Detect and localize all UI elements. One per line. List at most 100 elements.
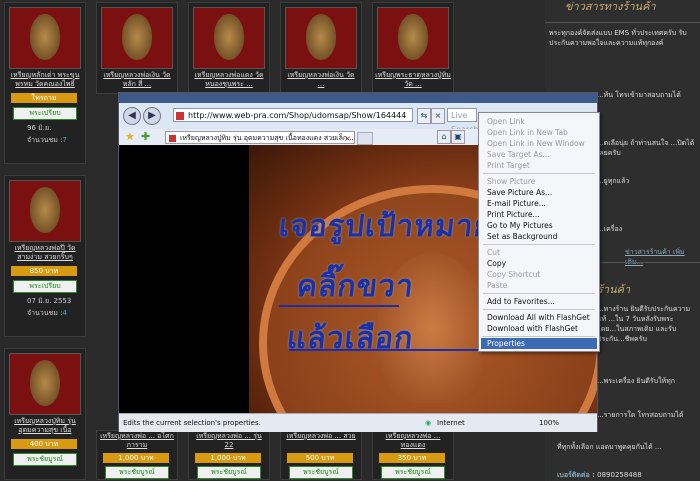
status-bar: Edits the current selection's properties… (119, 413, 597, 432)
print-icon[interactable]: ▣ (451, 130, 465, 144)
product-price: 850 บาท (11, 266, 77, 276)
product-title[interactable]: เหรียญหลวงพ่อแดง วัดหนองชุนพระ ... (191, 71, 267, 89)
menu-separator (483, 293, 595, 294)
back-arrow-icon[interactable]: ◀ (123, 107, 141, 125)
status-text: Edits the current selection's properties… (123, 419, 261, 427)
product-title[interactable]: เหรียญพระธาตุหลวงปู่ทิม วัด ... (375, 71, 451, 89)
menu-separator (483, 336, 595, 337)
product-image[interactable] (193, 7, 265, 69)
product-card[interactable]: เหรียญหลวงพ่อปี่ วัดสามง่าม สวยกริ๊บๆ 85… (4, 175, 86, 337)
menu-item-add-to-favorites[interactable]: Add to Favorites... (487, 296, 555, 307)
product-title[interactable]: เหรียญหลวงพ่อปี่ วัดสามง่าม สวยกริ๊บๆ (7, 244, 83, 262)
divider (545, 22, 700, 23)
annotation-underline (279, 305, 399, 307)
menu-item-save-target: Save Target As... (487, 150, 550, 159)
product-card[interactable]: เหรียญหลักเต่า พระขุนพรหม วัดคณองไพธิ์ น… (4, 2, 86, 164)
address-bar[interactable]: http://www.web-pra.com/Shop/udomsap/Show… (173, 108, 413, 122)
seller-button[interactable]: พระชัยบูรณ์ (13, 453, 77, 466)
refresh-icon[interactable]: × (431, 108, 445, 124)
shop-heading: ร้านค้า (597, 283, 631, 296)
menu-item-save-picture[interactable]: Save Picture As... (487, 187, 552, 198)
product-card[interactable]: เหรียญหลวงพ่อ ... รุ่น 22 1,000 บาท พระช… (188, 430, 270, 480)
menu-item-download-flashget[interactable]: Download with FlashGet (487, 323, 578, 334)
product-image[interactable] (9, 7, 81, 69)
product-title[interactable]: เหรียญหลวงพ่อ ... สวย (283, 432, 359, 450)
product-image[interactable] (101, 7, 173, 69)
add-favorite-icon[interactable]: ✚ (141, 130, 150, 143)
seller-button[interactable]: พระชัยบูรณ์ (381, 466, 445, 479)
product-image[interactable] (377, 7, 449, 69)
product-price: 1,000 บาท (103, 453, 169, 463)
tab-favicon-icon (169, 135, 176, 142)
active-tab[interactable]: เหรียญหลวงปู่ทิม รุ่น อุดมความสุข เนื้อท… (165, 131, 355, 144)
product-image[interactable] (9, 353, 81, 415)
product-price: 1,000 บาท (195, 453, 261, 463)
shop-text: ที่ทุกทั้งเลือก แอดมาพูดคุยกันได้ ... (557, 443, 662, 451)
product-card[interactable]: เหรียญหลวงพ่อ ... อโศกการาม 1,000 บาท พร… (96, 430, 178, 480)
seller-button[interactable]: พระเปรียบ (13, 107, 77, 120)
product-card[interactable]: เหรียญพระธาตุหลวงปู่ทิม วัด ... (372, 2, 454, 94)
annotation-then-choose: แล้วเลือก (285, 321, 416, 356)
menu-item-copy-shortcut: Copy Shortcut (487, 270, 541, 279)
product-card[interactable]: เหรียญหลวงพ่อแดง วัดหนองชุนพระ ... (188, 2, 270, 94)
news-text: ...ยูทุกแล้ว (597, 177, 630, 185)
news-text: พระทุกองค์จัดส่งแบบ EMS ทั่วประเทศครับ ร… (549, 29, 687, 47)
news-more-link[interactable]: ข่าวสารร้านค้า เพิ่มเติม... (625, 247, 700, 267)
view-count: จำนวนชม :4 (27, 309, 67, 317)
shop-text: ...รายการใด โทรสอบถามได้ (597, 411, 684, 419)
product-image[interactable] (9, 180, 81, 242)
annotation-arrow (289, 349, 479, 351)
product-price: 500 บาท (287, 453, 353, 463)
product-date: 96 มิ.ย. (27, 124, 52, 132)
menu-item-show-picture: Show Picture (487, 177, 536, 186)
home-icon[interactable]: ⌂ (437, 130, 451, 144)
menu-item-print-picture[interactable]: Print Picture... (487, 209, 540, 220)
search-input[interactable]: Live Search (447, 108, 478, 134)
menu-item-open-link-new-tab: Open Link in New Tab (487, 128, 568, 137)
menu-item-set-background[interactable]: Set as Background (487, 231, 557, 242)
view-count: จำนวนชม :7 (27, 136, 67, 144)
product-title[interactable]: เหรียญหลวงพ่อ ... รุ่น 22 (191, 432, 267, 450)
menu-separator (483, 244, 595, 245)
product-image[interactable] (285, 7, 357, 69)
product-card[interactable]: เหรียญหลวงพ่อ ... สวย 500 บาท พระชัยบูรณ… (280, 430, 362, 480)
seller-button[interactable]: พระชัยบูรณ์ (105, 466, 169, 479)
menu-item-print-target: Print Target (487, 161, 530, 170)
product-title[interactable]: เหรียญหลวงพ่อ ... อโศกการาม (99, 432, 175, 450)
menu-item-cut: Cut (487, 248, 500, 257)
product-card[interactable]: เหรียญหลวงพ่อ ... ทองแดง 350 บาท พระชัยบ… (372, 430, 454, 480)
seller-button[interactable]: พระชัยบูรณ์ (197, 466, 261, 479)
product-card[interactable]: เหรียญหลวงปู่ทิม รุ่น อุดมความสุข เนื้อท… (4, 348, 86, 480)
seller-button[interactable]: พระเปรียบ (13, 280, 77, 293)
shop-text: ...พระเครื่อง ยินดีรับให้ทุก (597, 377, 676, 385)
zoom-level[interactable]: 100% (539, 414, 559, 432)
go-icon[interactable]: ⇆ (417, 108, 431, 124)
news-text: ...ท้น โทรเข้ามาสอบถามได้ (597, 91, 681, 99)
product-title[interactable]: เหรียญหลวงพ่อเงิน วัด ... (283, 71, 359, 89)
product-price: 350 บาท (379, 453, 445, 463)
new-tab-button[interactable] (357, 132, 373, 145)
product-card[interactable]: เหรียญหลวงพ่อเงิน วัดหลัก สี่ ... (96, 2, 178, 94)
product-title[interactable]: เหรียญหลวงพ่อเงิน วัดหลัก สี่ ... (99, 71, 175, 89)
product-title[interactable]: เหรียญหลวงพ่อ ... ทองแดง (375, 432, 451, 450)
close-tab-icon[interactable]: × (344, 132, 351, 143)
menu-separator (483, 309, 595, 310)
favorites-star-icon[interactable]: ★ (125, 130, 135, 143)
menu-separator (483, 173, 595, 174)
menu-item-go-to-my-pictures[interactable]: Go to My Pictures (487, 220, 553, 231)
product-card[interactable]: เหรียญหลวงพ่อเงิน วัด ... (280, 2, 362, 94)
shop-text: ...ทางร้าน ยินดีรับประกันความแท้ ...ใน 7… (597, 305, 691, 343)
menu-item-email-picture[interactable]: E-mail Picture... (487, 198, 546, 209)
seller-button[interactable]: พระชัยบูรณ์ (289, 466, 353, 479)
product-price: โทรถาม (11, 93, 77, 103)
phone-line: เบอร์ติดต่อ : 0890258488 (557, 471, 642, 479)
news-text: ...เครื่อง (597, 225, 623, 233)
product-title[interactable]: เหรียญหลักเต่า พระขุนพรหม วัดคณองไพธิ์ น… (7, 71, 83, 89)
product-price: 400 บาท (11, 439, 77, 449)
menu-item-copy[interactable]: Copy (487, 258, 506, 269)
product-title[interactable]: เหรียญหลวงปู่ทิม รุ่น อุดมความสุข เนื้อท… (7, 417, 83, 435)
forward-arrow-icon[interactable]: ▶ (143, 107, 161, 125)
menu-item-download-all-flashget[interactable]: Download All with FlashGet (487, 312, 590, 323)
title-bar[interactable] (119, 93, 597, 103)
menu-item-properties[interactable]: Properties (487, 338, 525, 349)
